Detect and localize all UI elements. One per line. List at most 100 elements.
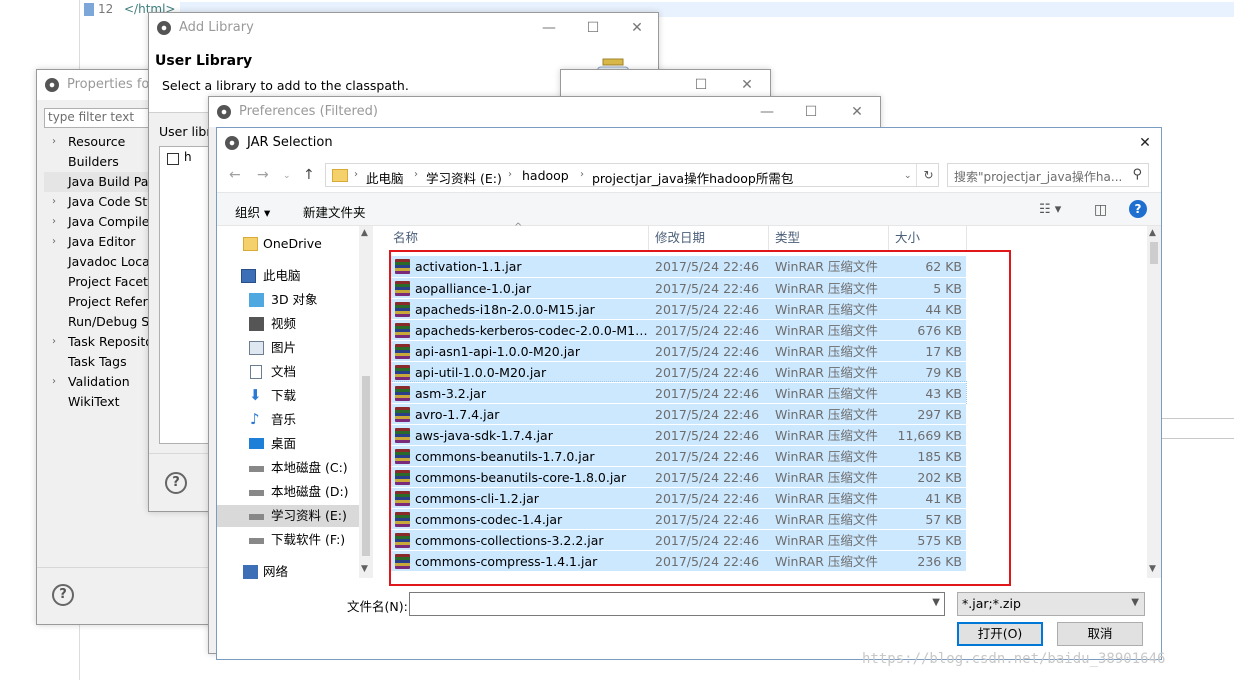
jar-selection-titlebar: JAR Selection ✕ [217, 128, 1161, 158]
search-input[interactable]: 搜索"projectjar_java操作ha... ⚲ [947, 163, 1149, 187]
nav-item-drive-d[interactable]: 本地磁盘 (D:) [217, 481, 359, 503]
recent-dropdown-icon[interactable]: ⌄ [283, 171, 291, 181]
file-list-scrollbar[interactable]: ▲ ▼ [1147, 226, 1161, 578]
filetype-select[interactable]: *.jar;*.zip ▼ [957, 592, 1145, 616]
scroll-up-icon[interactable]: ▲ [361, 228, 368, 238]
view-options-icon[interactable]: ☷ ▾ [1039, 202, 1061, 217]
user-libraries-label: User libr [159, 124, 212, 139]
maximize-icon[interactable]: ☐ [583, 18, 603, 38]
nav-item-network[interactable]: 网络 [217, 561, 359, 583]
file-list-scrollbar-thumb[interactable] [1150, 242, 1158, 264]
chevron-right-icon: › [52, 236, 56, 247]
nav-scrollbar-thumb[interactable] [362, 376, 370, 556]
preview-pane-icon[interactable]: ◫ [1094, 202, 1107, 218]
library-checkbox[interactable] [167, 153, 179, 165]
nav-item-label: 学习资料 (E:) [271, 508, 347, 523]
scroll-down-icon[interactable]: ▼ [1149, 564, 1156, 574]
navigation-pane: OneDrive 此电脑 3D 对象 视频 图片 文档 ⬇ 下载 ♪ 音乐 桌面 本… [217, 226, 373, 579]
filename-label: 文件名(N): [347, 599, 408, 614]
close-icon[interactable]: ✕ [737, 75, 757, 95]
nav-item-label: OneDrive [263, 236, 322, 251]
nav-item-this-pc[interactable]: 此电脑 [217, 265, 359, 287]
selection-highlight-box [389, 250, 1011, 586]
help-icon[interactable]: ? [165, 472, 187, 494]
column-header-type[interactable]: 类型 [769, 226, 889, 250]
nav-item-videos[interactable]: 视频 [217, 313, 359, 335]
scroll-down-icon[interactable]: ▼ [361, 564, 368, 574]
properties-title: Properties for [67, 77, 155, 92]
nav-item-drive-e[interactable]: 学习资料 (E:) [217, 505, 359, 527]
column-header-date[interactable]: 修改日期 [649, 226, 769, 250]
cancel-button[interactable]: 取消 [1057, 622, 1143, 646]
nav-item-drive-c[interactable]: 本地磁盘 (C:) [217, 457, 359, 479]
chevron-right-icon: › [52, 136, 56, 147]
maximize-icon[interactable]: ☐ [691, 75, 711, 95]
add-library-titlebar: Add Library — ☐ ✕ [149, 13, 658, 43]
nav-item-3d-objects[interactable]: 3D 对象 [217, 289, 359, 311]
nav-item-onedrive[interactable]: OneDrive [217, 233, 359, 255]
properties-button-bar: ? [37, 567, 216, 624]
breadcrumb-this-pc[interactable]: 此电脑 [366, 168, 404, 187]
page-description: Select a library to add to the classpath… [162, 78, 409, 93]
music-icon: ♪ [250, 410, 260, 428]
address-bar[interactable]: › 此电脑 › 学习资料 (E:) › hadoop › projectjar_… [325, 163, 939, 187]
nav-item-music[interactable]: ♪ 音乐 [217, 409, 359, 431]
minimize-icon[interactable]: — [757, 102, 777, 122]
editor-divider [1160, 418, 1234, 419]
maximize-icon[interactable]: ☐ [801, 102, 821, 122]
eclipse-icon [45, 78, 59, 92]
chevron-down-icon[interactable]: ▼ [932, 597, 940, 608]
breadcrumb-projectjar[interactable]: projectjar_java操作hadoop所需包 [592, 168, 793, 187]
nav-item-label: 桌面 [271, 436, 297, 451]
nav-item-pictures[interactable]: 图片 [217, 337, 359, 359]
chevron-down-icon[interactable]: ⌄ [904, 171, 912, 181]
background-dialog-titlebar: ☐ ✕ [560, 69, 771, 100]
library-item-label: h [184, 150, 192, 164]
tree-item-label: Java Compiler [68, 214, 155, 229]
scroll-up-icon[interactable]: ▲ [1149, 228, 1156, 238]
chevron-right-icon: › [414, 169, 418, 180]
nav-item-label: 网络 [263, 564, 289, 579]
up-arrow-icon[interactable]: ↑ [303, 167, 315, 183]
close-icon[interactable]: ✕ [847, 102, 867, 122]
nav-item-desktop[interactable]: 桌面 [217, 433, 359, 455]
chevron-right-icon: › [52, 196, 56, 207]
breadcrumb-hadoop[interactable]: hadoop [522, 168, 569, 183]
nav-item-label: 本地磁盘 (C:) [271, 460, 348, 475]
help-icon[interactable]: ? [1129, 200, 1147, 218]
minimize-icon[interactable]: — [539, 18, 559, 38]
close-icon[interactable]: ✕ [1135, 133, 1155, 153]
nav-item-downloads[interactable]: ⬇ 下载 [217, 385, 359, 407]
nav-item-documents[interactable]: 文档 [217, 361, 359, 383]
desktop-icon [249, 438, 264, 449]
organize-button[interactable]: 组织 ▾ [235, 202, 270, 221]
chevron-right-icon: › [354, 169, 358, 180]
open-button[interactable]: 打开(O) [957, 622, 1043, 646]
nav-item-label: 本地磁盘 (D:) [271, 484, 349, 499]
back-arrow-icon[interactable]: ← [229, 167, 241, 183]
column-header-size[interactable]: 大小 [889, 226, 967, 250]
forward-arrow-icon[interactable]: → [257, 167, 269, 183]
watermark: https://blog.csdn.net/baidu_38901646 [862, 651, 1166, 667]
chevron-right-icon: › [52, 336, 56, 347]
nav-item-label: 下载 [271, 388, 297, 403]
tree-item-label: Builders [68, 154, 119, 169]
nav-item-drive-f[interactable]: 下载软件 (F:) [217, 529, 359, 551]
video-icon [249, 317, 264, 331]
nav-item-label: 音乐 [271, 412, 297, 427]
new-folder-button[interactable]: 新建文件夹 [303, 202, 366, 221]
help-icon[interactable]: ? [52, 584, 74, 606]
tree-item-label: Java Editor [68, 234, 136, 249]
refresh-icon[interactable]: ↻ [916, 164, 940, 186]
filename-input[interactable]: ▼ [409, 592, 945, 616]
folder-icon [243, 237, 258, 251]
chevron-right-icon: › [508, 169, 512, 180]
column-header-name[interactable]: 名称 [387, 226, 649, 250]
nav-item-label: 3D 对象 [271, 292, 318, 307]
chevron-down-icon: ▼ [1131, 597, 1139, 608]
nav-scrollbar[interactable]: ▲ ▼ [359, 226, 373, 578]
eclipse-icon [225, 136, 239, 150]
breadcrumb-drive-e[interactable]: 学习资料 (E:) [426, 168, 502, 187]
close-icon[interactable]: ✕ [627, 18, 647, 38]
preferences-title: Preferences (Filtered) [239, 104, 378, 119]
